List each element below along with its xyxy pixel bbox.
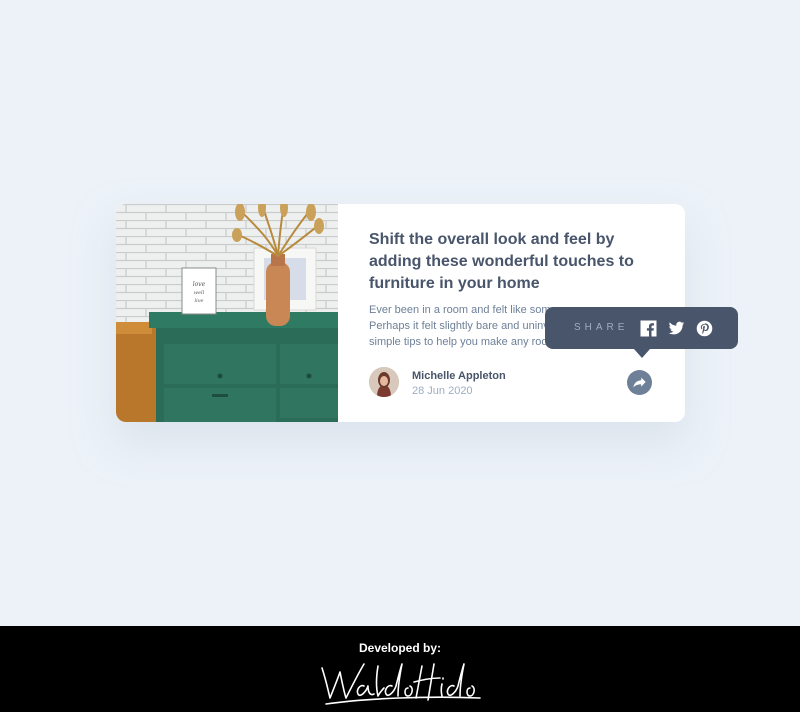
facebook-icon[interactable] xyxy=(640,320,657,337)
share-button[interactable] xyxy=(627,370,652,395)
footer: Developed by: xyxy=(0,626,800,712)
publish-date: 28 Jun 2020 xyxy=(412,385,473,397)
author-row: Michelle Appleton 28 Jun 2020 xyxy=(369,367,659,397)
svg-text:live: live xyxy=(195,298,204,304)
share-label: SHARE xyxy=(574,322,629,333)
article-title: Shift the overall look and feel by addin… xyxy=(369,231,634,292)
share-popup: SHARE xyxy=(545,307,738,358)
developer-signature xyxy=(318,658,484,706)
svg-text:love: love xyxy=(193,281,206,288)
developed-by-label: Developed by: xyxy=(358,641,442,655)
share-arrow-icon xyxy=(633,377,646,388)
twitter-icon[interactable] xyxy=(668,320,685,337)
pinterest-icon[interactable] xyxy=(696,320,713,337)
author-name: Michelle Appleton xyxy=(412,370,506,382)
article-image: love well live xyxy=(116,204,338,422)
author-avatar xyxy=(369,367,399,397)
svg-text:well: well xyxy=(194,290,205,296)
